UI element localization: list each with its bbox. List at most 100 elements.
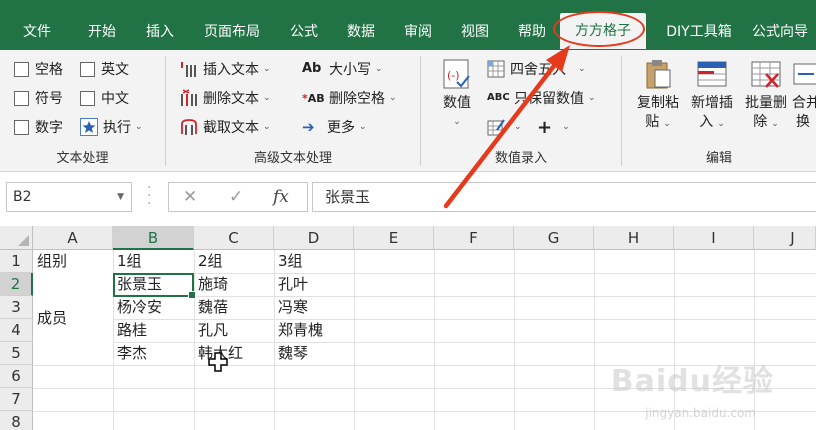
row-header-7[interactable]: 7 xyxy=(0,388,33,411)
arrow-right-icon: ➔ xyxy=(302,118,315,136)
plus-button[interactable]: + ⌄ xyxy=(537,116,570,138)
extract-text-icon xyxy=(180,118,198,136)
execute-button[interactable]: 执行 ⌄ xyxy=(80,116,143,138)
column-header-e[interactable]: E xyxy=(354,226,434,250)
cell-b4[interactable]: 路桂 xyxy=(113,319,147,342)
column-header-b[interactable]: B xyxy=(113,226,194,250)
column-header-f[interactable]: F xyxy=(434,226,514,250)
cell-c3[interactable]: 魏蓓 xyxy=(194,296,228,319)
abc-icon: ABC xyxy=(487,92,510,103)
formula-input[interactable]: 张景玉 xyxy=(312,182,816,212)
insert-function-icon[interactable]: fx xyxy=(273,183,289,211)
keep-value-button[interactable]: ABC 只保留数值 ⌄ xyxy=(487,87,596,109)
column-header-h[interactable]: H xyxy=(594,226,674,250)
checkbox-symbol[interactable]: 符号 xyxy=(14,87,63,109)
group-advanced-text: 插入文本 ⌄ 删除文本 ⌄ 截取文本 ⌄ Ab 大小写 ⌄ *AB 删除空格 ⌄ ➔ 更多… xyxy=(166,50,420,172)
group-label-advanced-text: 高级文本处理 xyxy=(253,151,332,166)
tab-page-layout[interactable]: 页面布局 xyxy=(193,14,271,50)
tab-file[interactable]: 文件 xyxy=(8,14,66,50)
group-text-processing: 空格 英文 符号 中文 数字 执行 ⌄ 文本处理 xyxy=(0,50,165,172)
cell-d5[interactable]: 魏琴 xyxy=(274,342,308,365)
copy-paste-button[interactable]: 复制粘 贴 ⌄ xyxy=(632,58,684,134)
cell-b5[interactable]: 李杰 xyxy=(113,342,147,365)
execute-star-icon xyxy=(80,118,98,136)
cell-c1[interactable]: 2组 xyxy=(194,250,223,273)
change-case-button[interactable]: Ab 大小写 ⌄ xyxy=(302,58,383,80)
number-format-button[interactable]: ⌄ xyxy=(487,116,522,138)
tab-review[interactable]: 审阅 xyxy=(393,14,443,50)
row-header-5[interactable]: 5 xyxy=(0,342,33,365)
chevron-down-icon: ⌄ xyxy=(453,117,461,127)
tab-diy-toolbox[interactable]: DIY工具箱 xyxy=(654,14,744,50)
case-ab-icon: Ab xyxy=(302,61,322,76)
batch-delete-button[interactable]: 批量删 除 ⌄ xyxy=(740,58,792,134)
checkbox-chinese[interactable]: 中文 xyxy=(80,87,129,109)
column-header-c[interactable]: C xyxy=(194,226,274,250)
tab-insert[interactable]: 插入 xyxy=(133,14,187,50)
row-header-8[interactable]: 8 xyxy=(0,411,33,430)
tab-fangfang-gezi[interactable]: 方方格子 xyxy=(560,13,646,49)
cell-a2: 成员 xyxy=(37,309,68,327)
column-header-j[interactable]: J xyxy=(754,226,816,250)
name-box[interactable]: B2 ▼ xyxy=(6,182,132,212)
value-button[interactable]: (-) 数值 ⌄ xyxy=(435,58,479,132)
cancel-icon[interactable]: ✕ xyxy=(183,183,197,211)
cell-a1[interactable]: 组别 xyxy=(33,250,67,273)
group-label-text-processing: 文本处理 xyxy=(56,151,109,166)
group-number-entry: (-) 数值 ⌄ 四舍五入 ⌄ ABC 只保留数值 ⌄ ⌄ + ⌄ 数值录入 xyxy=(421,50,621,172)
cell-b3[interactable]: 杨冷安 xyxy=(113,296,162,319)
merge-swap-button[interactable]: 合并 换 xyxy=(792,58,816,132)
round-table-icon xyxy=(487,60,505,78)
more-button[interactable]: ➔ 更多 ⌄ xyxy=(302,116,367,138)
delete-space-ab-icon: *AB xyxy=(302,92,325,105)
cell-d1[interactable]: 3组 xyxy=(274,250,303,273)
tab-data[interactable]: 数据 xyxy=(336,14,386,50)
tab-view[interactable]: 视图 xyxy=(450,14,500,50)
cell-d2[interactable]: 孔叶 xyxy=(274,273,308,296)
cell-d4[interactable]: 郑青槐 xyxy=(274,319,323,342)
checkbox-space[interactable]: 空格 xyxy=(14,58,63,80)
svg-text:(-): (-) xyxy=(447,69,460,82)
watermark-logo: Baidu经验 xyxy=(610,364,774,399)
delete-space-button[interactable]: *AB 删除空格 ⌄ xyxy=(302,87,397,109)
row-header-1[interactable]: 1 xyxy=(0,250,33,273)
select-all-button[interactable] xyxy=(0,226,33,250)
confirm-icon[interactable]: ✓ xyxy=(229,183,243,211)
tab-formula-wizard[interactable]: 公式向导 xyxy=(752,14,816,50)
cell-c4[interactable]: 孔凡 xyxy=(194,319,228,342)
delete-text-icon xyxy=(180,89,198,107)
column-header-d[interactable]: D xyxy=(274,226,354,250)
group-label-edit: 编辑 xyxy=(705,151,732,166)
cell-b1[interactable]: 1组 xyxy=(113,250,142,273)
row-header-6[interactable]: 6 xyxy=(0,365,33,388)
cell-d3[interactable]: 冯寒 xyxy=(274,296,308,319)
row-header-4[interactable]: 4 xyxy=(0,319,33,342)
row-header-3[interactable]: 3 xyxy=(0,296,33,319)
insert-text-button[interactable]: 插入文本 ⌄ xyxy=(180,58,271,80)
row-header-2[interactable]: 2 xyxy=(0,273,33,296)
chevron-down-icon: ▼ xyxy=(117,192,124,202)
checkbox-english[interactable]: 英文 xyxy=(80,58,129,80)
tab-home[interactable]: 开始 xyxy=(74,14,130,50)
delete-text-button[interactable]: 删除文本 ⌄ xyxy=(180,87,271,109)
checkbox-number[interactable]: 数字 xyxy=(14,116,63,138)
cross-cursor-icon xyxy=(208,352,228,372)
tab-formulas[interactable]: 公式 xyxy=(279,14,329,50)
merge-icon xyxy=(792,58,816,90)
active-cell-selection xyxy=(113,273,196,299)
group-edit: 复制粘 贴 ⌄ 新增插 入 ⌄ 批量删 除 ⌄ 合并 换 编辑 xyxy=(622,50,816,172)
column-header-a[interactable]: A xyxy=(33,226,113,250)
group-label-number-entry: 数值录入 xyxy=(494,151,547,166)
ribbon: 空格 英文 符号 中文 数字 执行 ⌄ 文本处理 插入文本 ⌄ 删除文本 ⌄ 截… xyxy=(0,50,816,172)
drag-handle-icon[interactable]: · · · xyxy=(147,181,151,211)
merged-cell-a2-a5[interactable]: 成员 xyxy=(33,273,113,365)
column-header-i[interactable]: I xyxy=(674,226,754,250)
pencil-table-icon xyxy=(487,118,505,136)
column-header-g[interactable]: G xyxy=(514,226,594,250)
round-button[interactable]: 四舍五入 ⌄ xyxy=(487,58,586,80)
cell-c2[interactable]: 施琦 xyxy=(194,273,228,296)
worksheet-grid: A B C D E F G H I J 1 2 3 4 5 6 7 8 成员 组… xyxy=(0,226,816,430)
extract-text-button[interactable]: 截取文本 ⌄ xyxy=(180,116,271,138)
tab-help[interactable]: 帮助 xyxy=(507,14,557,50)
add-insert-button[interactable]: 新增插 入 ⌄ xyxy=(686,58,738,134)
